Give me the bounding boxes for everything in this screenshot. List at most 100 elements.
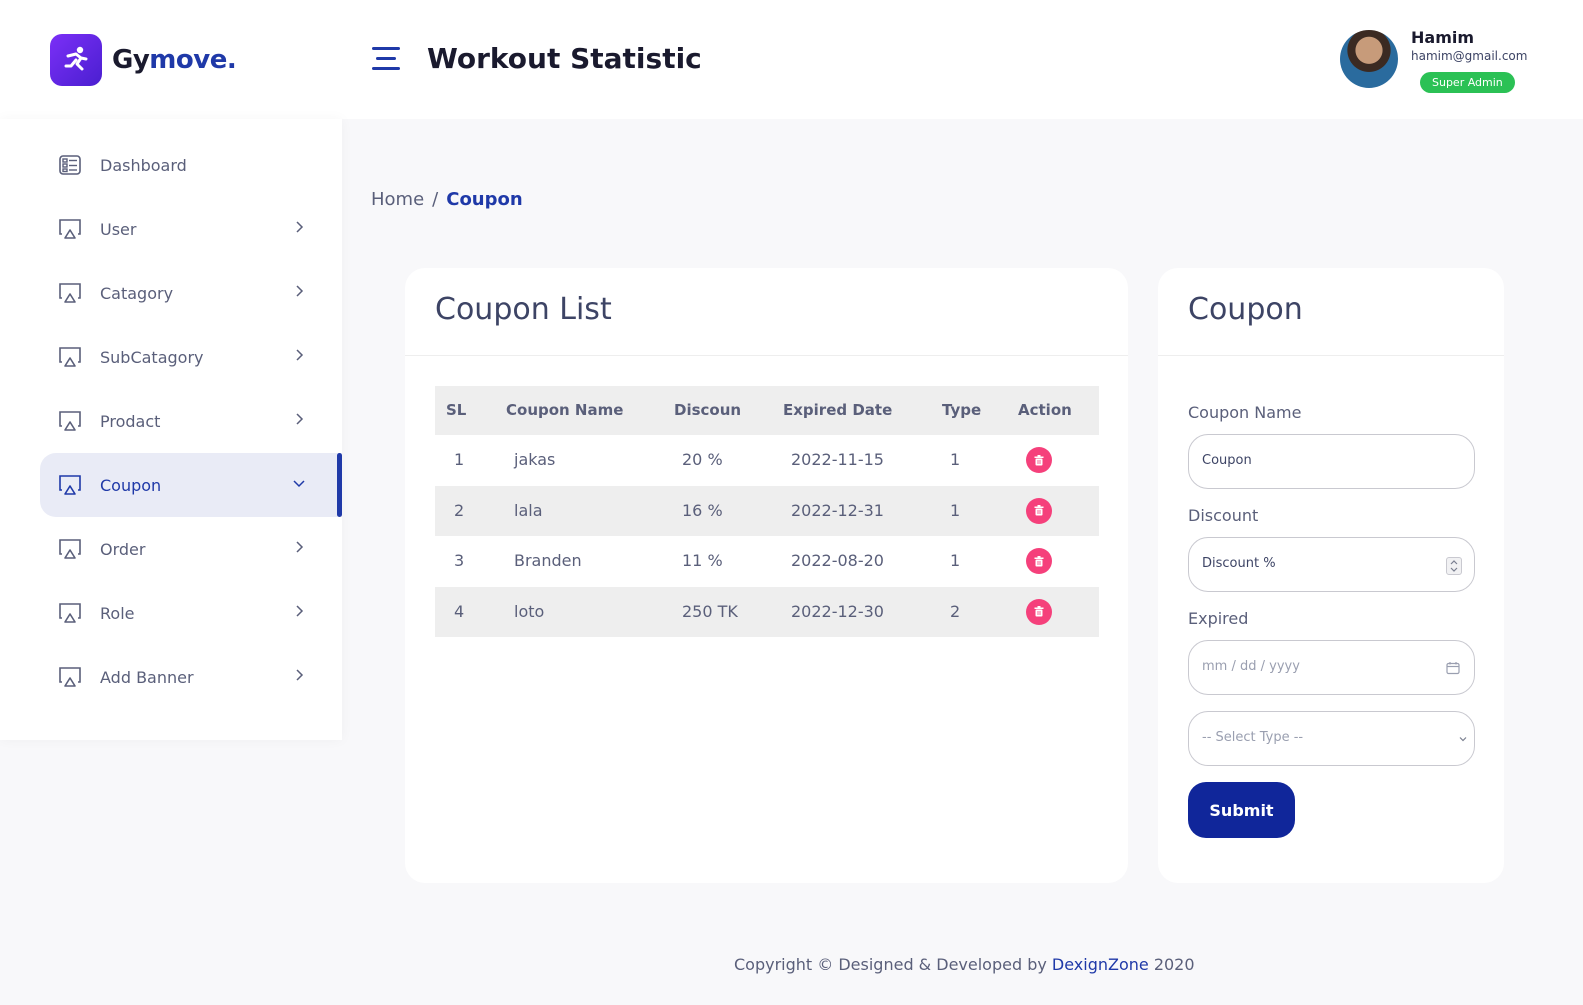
number-stepper[interactable] (1446, 557, 1462, 575)
table-row: 3 Branden 11 % 2022-08-20 1 (435, 536, 1099, 587)
breadcrumb: Home / Coupon (371, 189, 523, 210)
sidebar-item-label: SubCatagory (100, 347, 204, 367)
cell-name: Branden (514, 551, 582, 570)
delete-button[interactable] (1026, 447, 1052, 473)
monitor-icon (59, 347, 81, 367)
brand-logo[interactable]: Gymove. (50, 34, 237, 86)
column-header: Type (942, 401, 982, 419)
divider (405, 355, 1128, 356)
monitor-icon (59, 283, 81, 303)
brand-name-start: Gy (112, 45, 150, 75)
sidebar-item-label: User (100, 219, 137, 239)
card-title: Coupon (1188, 292, 1303, 327)
cell-name: loto (514, 601, 545, 621)
column-header: Discoun (674, 401, 742, 419)
profile-name: Hamim (1411, 28, 1475, 47)
coupon-table: SL Coupon Name Discoun Expired Date Type… (435, 386, 1099, 637)
footer-link[interactable]: DexignZone (1052, 955, 1149, 974)
sidebar-item-user[interactable]: User (40, 197, 342, 261)
sidebar-item-label: Add Banner (100, 667, 194, 687)
sidebar-item-coupon[interactable]: Coupon (40, 453, 342, 517)
date-placeholder: mm / dd / yyyy (1202, 659, 1300, 674)
sidebar-item-order[interactable]: Order (40, 517, 342, 581)
expired-date-input[interactable]: mm / dd / yyyy (1188, 640, 1475, 695)
cell-discount: 16 % (682, 500, 723, 520)
monitor-icon (59, 603, 81, 623)
table-row: 4 loto 250 TK 2022-12-30 2 (435, 586, 1099, 637)
role-badge: Super Admin (1420, 72, 1515, 93)
profile-email: hamim@gmail.com (1411, 49, 1528, 63)
breadcrumb-separator: / (432, 189, 439, 210)
trash-icon (1034, 555, 1044, 566)
card-title: Coupon List (435, 292, 612, 327)
dashboard-icon (59, 155, 81, 175)
breadcrumb-home[interactable]: Home (371, 189, 424, 210)
sidebar-item-add-banner[interactable]: Add Banner (40, 645, 342, 709)
monitor-icon (59, 539, 81, 559)
cell-expired: 2022-08-20 (791, 551, 884, 570)
column-header: SL (446, 401, 467, 419)
cell-discount: 250 TK (682, 601, 738, 621)
monitor-icon (59, 667, 81, 687)
type-select[interactable]: -- Select Type -- (1188, 711, 1475, 766)
chevron-down-icon (293, 480, 305, 488)
cell-name: lala (514, 500, 543, 520)
chevron-down-icon (1459, 737, 1467, 742)
discount-label: Discount (1188, 506, 1259, 525)
discount-placeholder: Discount % (1202, 556, 1276, 571)
monitor-icon (59, 219, 81, 239)
cell-discount: 20 % (682, 450, 723, 469)
sidebar-item-dashboard[interactable]: Dashboard (40, 133, 342, 197)
coupon-name-label: Coupon Name (1188, 403, 1302, 422)
cell-discount: 11 % (682, 551, 723, 570)
sidebar-item-label: Role (100, 603, 135, 623)
user-profile[interactable]: Hamim hamim@gmail.com Super Admin (1340, 28, 1540, 98)
sidebar-item-label: Dashboard (100, 155, 187, 175)
monitor-icon (59, 475, 81, 495)
discount-input[interactable]: Discount % (1188, 537, 1475, 592)
brand-name-accent: move. (149, 45, 237, 75)
type-placeholder: -- Select Type -- (1202, 730, 1304, 745)
sidebar-item-label: Catagory (100, 283, 174, 303)
sidebar-item-label: Order (100, 539, 146, 559)
sidebar-item-label: Coupon (100, 475, 162, 495)
cell-sl: 4 (454, 601, 465, 621)
cell-sl: 2 (454, 500, 465, 520)
chevron-right-icon (296, 349, 304, 361)
column-header: Action (1018, 401, 1072, 419)
delete-button[interactable] (1026, 548, 1052, 574)
chevron-right-icon (296, 541, 304, 553)
delete-button[interactable] (1026, 497, 1052, 524)
footer-text: Copyright © Designed & Developed by (734, 955, 1052, 974)
chevron-right-icon (296, 221, 304, 233)
running-man-icon (50, 34, 102, 86)
coupon-list-card: Coupon List SL Coupon Name Discoun Expir… (405, 268, 1128, 883)
trash-icon (1034, 505, 1044, 516)
divider (1158, 355, 1504, 356)
avatar[interactable] (1340, 30, 1398, 88)
sidebar-item-role[interactable]: Role (40, 581, 342, 645)
footer-year: 2020 (1148, 955, 1195, 974)
sidebar-item-catagory[interactable]: Catagory (40, 261, 342, 325)
sidebar-item-subcatagory[interactable]: SubCatagory (40, 325, 342, 389)
cell-sl: 3 (454, 551, 465, 570)
chevron-right-icon (296, 669, 304, 681)
coupon-name-input[interactable]: Coupon (1188, 434, 1475, 489)
delete-button[interactable] (1026, 598, 1052, 625)
menu-toggle-icon[interactable] (372, 47, 400, 71)
calendar-icon[interactable] (1446, 661, 1460, 675)
cell-type: 1 (950, 551, 961, 570)
brand-name: Gymove. (112, 45, 237, 75)
cell-expired: 2022-12-30 (791, 601, 884, 621)
sidebar-item-prodact[interactable]: Prodact (40, 389, 342, 453)
breadcrumb-current: Coupon (446, 189, 523, 210)
page-title: Workout Statistic (427, 42, 702, 75)
cell-type: 1 (950, 450, 961, 469)
coupon-form-card: Coupon Coupon Name Coupon Discount Disco… (1158, 268, 1504, 883)
submit-button[interactable]: Submit (1188, 782, 1295, 838)
column-header: Expired Date (783, 401, 893, 419)
footer: Copyright © Designed & Developed by Dexi… (734, 955, 1195, 974)
chevron-right-icon (296, 413, 304, 425)
monitor-icon (59, 411, 81, 431)
column-header: Coupon Name (506, 401, 624, 419)
